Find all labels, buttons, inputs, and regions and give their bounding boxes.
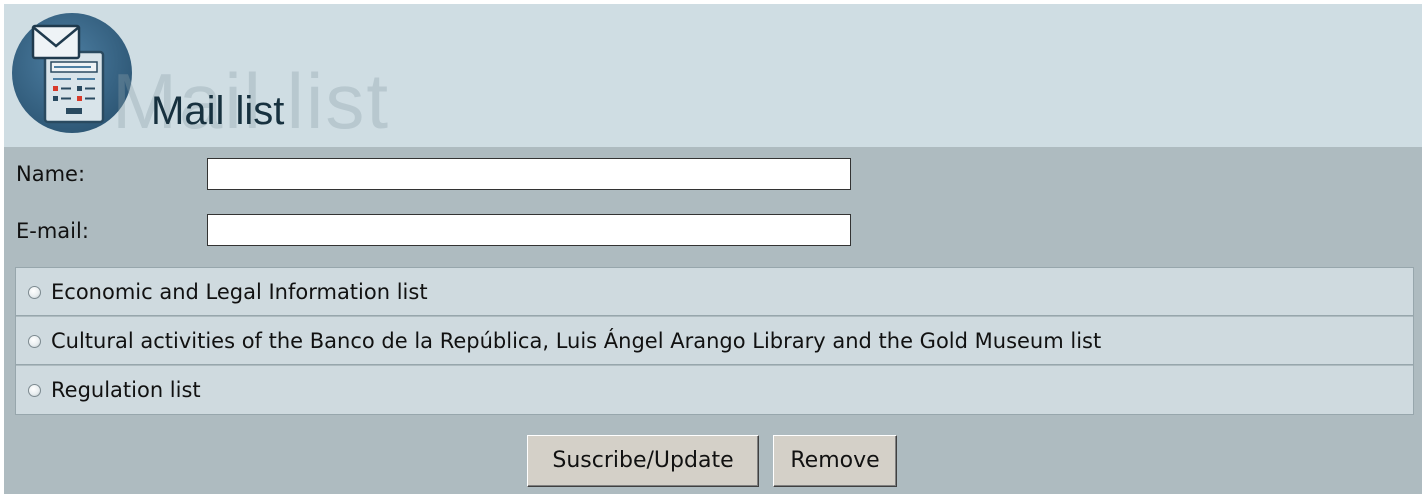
mailing-lists: Economic and Legal Information list Cult… [15, 267, 1414, 415]
name-label: Name: [16, 162, 86, 186]
list-option-cultural[interactable]: Cultural activities of the Banco de la R… [16, 317, 1413, 365]
name-input[interactable] [207, 158, 851, 190]
subscription-form: Name: E-mail: Economic and Legal Informa… [4, 147, 1422, 494]
subscribe-update-button[interactable]: Suscribe/Update [527, 435, 759, 487]
page-title: Mail list [151, 89, 285, 133]
mail-list-page: Mail list Mail list Name: E-mail: Econom… [0, 0, 1425, 494]
page-header: Mail list Mail list [4, 4, 1422, 147]
list-option-regulation[interactable]: Regulation list [16, 366, 1413, 414]
radio-button[interactable] [28, 286, 41, 299]
radio-button[interactable] [28, 335, 41, 348]
email-label: E-mail: [16, 219, 89, 243]
list-option-label: Regulation list [51, 378, 201, 402]
remove-button[interactable]: Remove [773, 435, 897, 487]
list-option-label: Economic and Legal Information list [51, 280, 428, 304]
radio-button[interactable] [28, 384, 41, 397]
list-option-economic[interactable]: Economic and Legal Information list [16, 268, 1413, 316]
email-input[interactable] [207, 214, 851, 246]
list-option-label: Cultural activities of the Banco de la R… [51, 329, 1102, 353]
